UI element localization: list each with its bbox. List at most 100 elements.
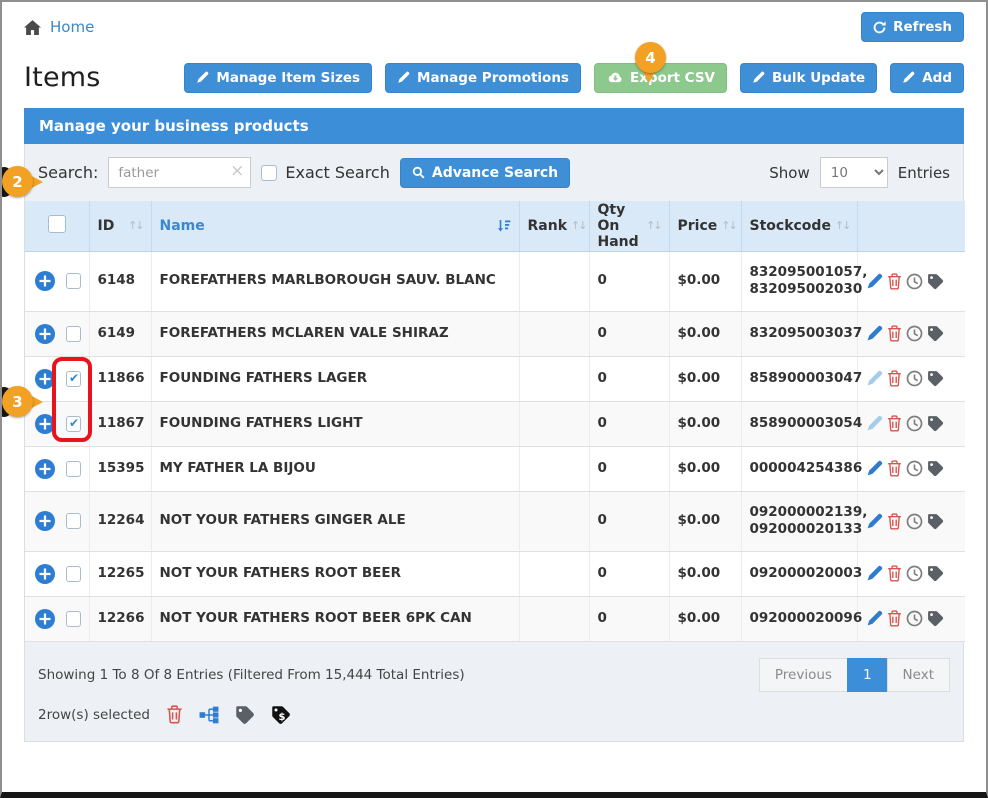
history-icon[interactable] — [906, 460, 923, 477]
sort-icon[interactable]: ↑↓ — [835, 219, 849, 232]
panel-body: Search: × Exact Search Advance Search — [24, 144, 964, 742]
delete-icon[interactable] — [887, 273, 902, 290]
entries-label: Entries — [898, 164, 950, 182]
page-size-select[interactable]: 10 — [820, 157, 888, 188]
header-qty[interactable]: Qty On Hand↑↓ — [589, 201, 669, 251]
edit-icon[interactable] — [866, 370, 883, 387]
header-rank[interactable]: Rank↑↓ — [519, 201, 589, 251]
sort-desc-icon[interactable] — [497, 219, 511, 233]
advance-search-button[interactable]: Advance Search — [400, 158, 570, 188]
add-label: Add — [922, 70, 952, 86]
item-rank — [519, 356, 589, 401]
history-icon[interactable] — [906, 273, 923, 290]
item-rank — [519, 311, 589, 356]
refresh-button[interactable]: Refresh — [861, 12, 964, 42]
item-id: 12264 — [89, 491, 151, 551]
tag-icon[interactable] — [927, 460, 944, 477]
sort-icon[interactable]: ↑↓ — [571, 219, 585, 232]
add-button[interactable]: Add — [890, 63, 964, 93]
delete-icon[interactable] — [887, 610, 902, 627]
table-row: 11866 FOUNDING FATHERS LAGER 0 $0.00 858… — [25, 356, 965, 401]
previous-page-button[interactable]: Previous — [759, 658, 848, 692]
item-id: 6149 — [89, 311, 151, 356]
price-tag-icon[interactable] — [271, 705, 291, 725]
history-icon[interactable] — [906, 513, 923, 530]
row-checkbox[interactable] — [66, 566, 81, 582]
item-id: 12266 — [89, 596, 151, 641]
expand-row-icon[interactable] — [35, 459, 55, 479]
select-all-header[interactable] — [25, 201, 89, 251]
annotation-badge-2: 2 — [2, 166, 43, 197]
edit-icon[interactable] — [866, 415, 883, 432]
history-icon[interactable] — [906, 565, 923, 582]
item-price: $0.00 — [669, 311, 741, 356]
row-checkbox[interactable] — [66, 611, 81, 627]
row-checkbox[interactable] — [66, 461, 81, 477]
item-name: FOUNDING FATHERS LAGER — [151, 356, 519, 401]
history-icon[interactable] — [906, 325, 923, 342]
annotation-highlight-box — [52, 357, 92, 442]
edit-icon[interactable] — [866, 513, 883, 530]
tag-icon[interactable] — [927, 325, 944, 342]
item-price: $0.00 — [669, 596, 741, 641]
sort-icon[interactable]: ↑↓ — [128, 219, 142, 232]
expand-row-icon[interactable] — [35, 271, 55, 291]
exact-search-checkbox[interactable] — [261, 165, 277, 181]
page-1-button[interactable]: 1 — [847, 658, 888, 692]
expand-row-icon[interactable] — [35, 324, 55, 344]
sitemap-icon[interactable] — [199, 706, 219, 724]
tag-selected-icon[interactable] — [235, 705, 255, 725]
next-page-button[interactable]: Next — [887, 658, 950, 692]
clear-search-icon[interactable]: × — [230, 161, 244, 181]
breadcrumb[interactable]: Home — [24, 18, 94, 36]
tag-icon[interactable] — [927, 370, 944, 387]
table-row: 12264 NOT YOUR FATHERS GINGER ALE 0 $0.0… — [25, 491, 965, 551]
header-name[interactable]: Name — [151, 201, 519, 251]
tag-icon[interactable] — [927, 610, 944, 627]
history-icon[interactable] — [906, 370, 923, 387]
tag-icon[interactable] — [927, 565, 944, 582]
sort-icon[interactable]: ↑↓ — [721, 219, 735, 232]
header-price[interactable]: Price↑↓ — [669, 201, 741, 251]
item-qty: 0 — [589, 596, 669, 641]
delete-icon[interactable] — [887, 325, 902, 342]
table-header-row: ID↑↓ Name Rank↑↓ Qty On Hand↑↓ Price↑↓ S… — [25, 201, 965, 251]
header-id[interactable]: ID↑↓ — [89, 201, 151, 251]
tag-icon[interactable] — [927, 273, 944, 290]
selection-toolbar: 2row(s) selected — [25, 692, 963, 725]
item-price: $0.00 — [669, 491, 741, 551]
expand-row-icon[interactable] — [35, 511, 55, 531]
delete-selected-icon[interactable] — [166, 705, 183, 724]
search-row: Search: × Exact Search Advance Search — [25, 144, 963, 201]
pencil-icon — [196, 71, 209, 84]
tag-icon[interactable] — [927, 513, 944, 530]
history-icon[interactable] — [906, 610, 923, 627]
header-stockcode[interactable]: Stockcode↑↓ — [741, 201, 857, 251]
row-checkbox[interactable] — [66, 513, 81, 529]
delete-icon[interactable] — [887, 565, 902, 582]
expand-row-icon[interactable] — [35, 564, 55, 584]
breadcrumb-home-link[interactable]: Home — [50, 18, 94, 36]
annotation-badge-3: 3 — [2, 386, 43, 417]
history-icon[interactable] — [906, 415, 923, 432]
edit-icon[interactable] — [866, 610, 883, 627]
sort-icon[interactable]: ↑↓ — [646, 219, 660, 232]
delete-icon[interactable] — [887, 513, 902, 530]
row-checkbox[interactable] — [66, 273, 81, 289]
edit-icon[interactable] — [866, 460, 883, 477]
select-all-checkbox[interactable] — [48, 215, 66, 233]
item-stockcode: 832095003037 — [741, 311, 857, 356]
delete-icon[interactable] — [887, 460, 902, 477]
delete-icon[interactable] — [887, 415, 902, 432]
row-checkbox[interactable] — [66, 326, 81, 342]
delete-icon[interactable] — [887, 370, 902, 387]
edit-icon[interactable] — [866, 273, 883, 290]
bulk-update-button[interactable]: Bulk Update — [740, 63, 877, 93]
edit-icon[interactable] — [866, 325, 883, 342]
expand-row-icon[interactable] — [35, 609, 55, 629]
manage-promotions-button[interactable]: Manage Promotions — [385, 63, 581, 93]
edit-icon[interactable] — [866, 565, 883, 582]
manage-item-sizes-label: Manage Item Sizes — [216, 70, 360, 86]
tag-icon[interactable] — [927, 415, 944, 432]
manage-item-sizes-button[interactable]: Manage Item Sizes — [184, 63, 372, 93]
